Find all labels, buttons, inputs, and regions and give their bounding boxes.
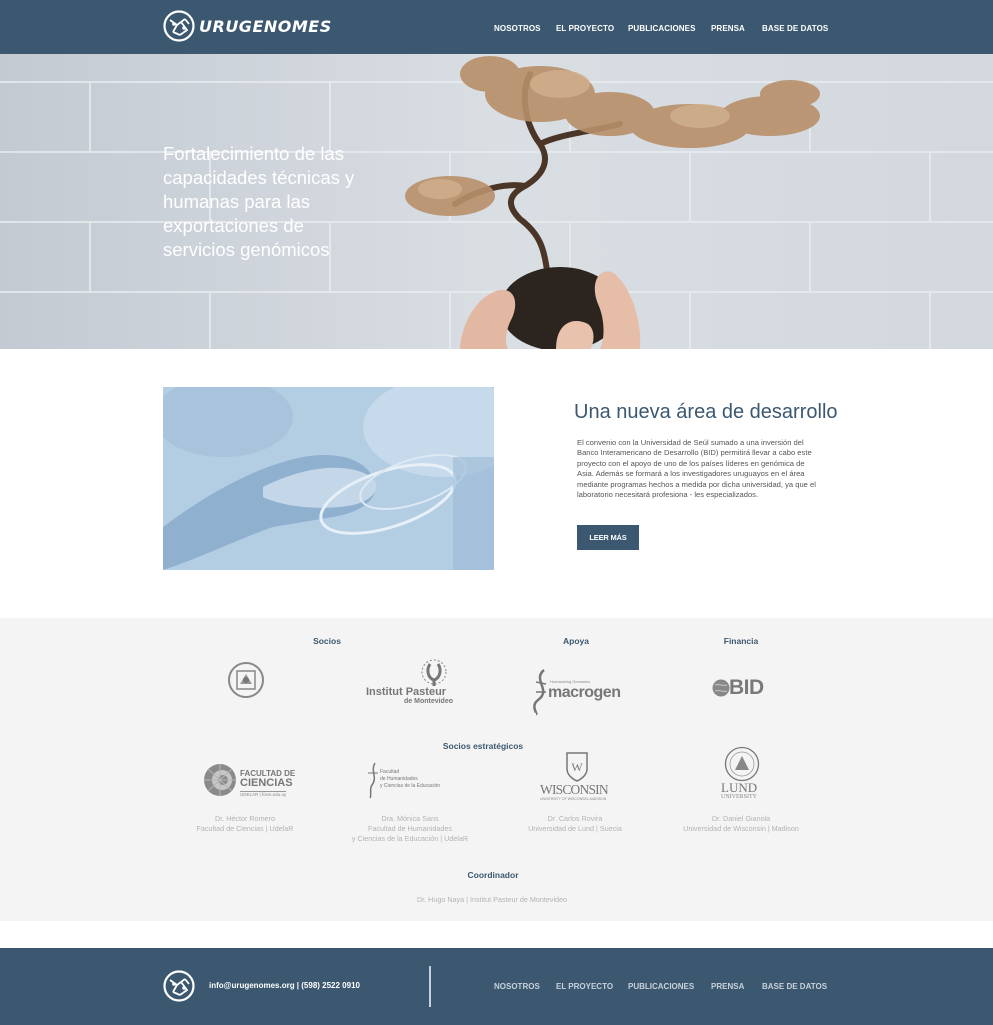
footer-nav-publicaciones[interactable]: PUBLICACIONES bbox=[628, 982, 694, 991]
partners-section: Socios Apoya Financia Institut Pasteur d… bbox=[0, 618, 993, 921]
person-rovira-name: Dr. Carlos Rovira bbox=[547, 814, 603, 823]
humanidades-line1: Facultad bbox=[380, 769, 400, 775]
ciencias-line3: UDELAR | fcien.edu.uy bbox=[240, 791, 287, 797]
footer-globe-logo-icon[interactable] bbox=[163, 970, 195, 1002]
university-seal-icon bbox=[228, 662, 264, 698]
feature-title: Una nueva área de desarrollo bbox=[574, 401, 838, 423]
institut-pasteur-logo[interactable]: Institut Pasteur de Montevideo bbox=[366, 656, 458, 706]
brand-logo[interactable]: URUGENOMES bbox=[163, 10, 332, 42]
read-more-button[interactable]: LEER MÁS bbox=[577, 525, 639, 550]
person-sans-affiliation-2: y Ciencias de la Educación | UdelaR bbox=[351, 834, 469, 843]
humanidades-line2: de Humanidades bbox=[380, 776, 418, 782]
bid-name: BID bbox=[729, 676, 764, 699]
facultad-humanidades-logo[interactable]: Facultad de Humanidades y Ciencias de la… bbox=[366, 761, 458, 801]
footer-contact[interactable]: info@urugenomes.org | (598) 2522 0910 bbox=[209, 981, 360, 990]
socios-estrategicos-heading: Socios estratégicos bbox=[442, 741, 524, 751]
wisconsin-crest-icon: W bbox=[566, 752, 588, 782]
socios-heading: Socios bbox=[313, 636, 341, 646]
nautilus-icon bbox=[204, 764, 236, 796]
globe-logo-icon bbox=[163, 10, 195, 42]
facultad-ciencias-logo[interactable]: FACULTAD DE CIENCIAS UDELAR | fcien.edu.… bbox=[202, 761, 295, 801]
nav-base-de-datos[interactable]: BASE DE DATOS bbox=[762, 24, 828, 33]
person-sans-affiliation: Facultad de Humanidades bbox=[368, 824, 452, 833]
wisconsin-name: WISCONSIN bbox=[540, 782, 609, 797]
financia-heading: Financia bbox=[723, 636, 759, 646]
footer-divider bbox=[429, 966, 431, 1007]
humanidades-line3: y Ciencias de la Educación bbox=[380, 783, 441, 789]
pasteur-subname: de Montevideo bbox=[404, 698, 454, 705]
person-romero-name: Dr. Héctor Romero bbox=[215, 814, 275, 823]
macrogen-logo[interactable]: Humanizing Genomics macrogen bbox=[532, 668, 624, 718]
person-gianola-affiliation: Universidad de Wisconsin | Madison bbox=[683, 824, 799, 833]
apoya-heading: Apoya bbox=[563, 636, 589, 646]
hero-banner: Fortalecimiento de las capacidades técni… bbox=[0, 54, 993, 349]
nav-publicaciones[interactable]: PUBLICACIONES bbox=[628, 24, 696, 33]
lund-seal-icon bbox=[724, 746, 760, 782]
nav-el-proyecto[interactable]: EL PROYECTO bbox=[556, 24, 614, 33]
pasteur-name: Institut Pasteur bbox=[366, 686, 447, 698]
person-gianola-name: Dr. Daniel Gianola bbox=[711, 814, 771, 823]
brand-name: URUGENOMES bbox=[199, 16, 332, 36]
svg-text:W: W bbox=[571, 760, 583, 774]
lund-subname: UNIVERSITY bbox=[721, 794, 757, 800]
footer-nav-prensa[interactable]: PRENSA bbox=[711, 982, 744, 991]
feature-body-text: El convenio con la Universidad de Seúl s… bbox=[577, 438, 816, 500]
humanidades-figure-icon bbox=[368, 762, 378, 799]
hero-title: Fortalecimiento de las capacidades técni… bbox=[163, 143, 355, 260]
ciencias-line2: CIENCIAS bbox=[240, 777, 293, 789]
nav-prensa[interactable]: PRENSA bbox=[711, 24, 745, 33]
coordinador-name: Dr. Hugo Naya | Institut Pasteur de Mont… bbox=[416, 895, 568, 904]
feature-image-lab-glove bbox=[163, 387, 494, 570]
wisconsin-logo[interactable]: W WISCONSIN UNIVERSITY OF WISCONSIN–MADI… bbox=[538, 751, 616, 803]
nav-nosotros[interactable]: NOSOTROS bbox=[494, 24, 541, 33]
person-sans-name: Dra. Mónica Sans bbox=[381, 814, 439, 823]
person-romero-affiliation: Facultad de Ciencias | UdelaR bbox=[196, 824, 294, 833]
feature-photo bbox=[163, 387, 494, 570]
macrogen-name: macrogen bbox=[548, 684, 621, 701]
coordinador-heading: Coordinador bbox=[467, 870, 519, 880]
wisconsin-subname: UNIVERSITY OF WISCONSIN–MADISON bbox=[540, 797, 607, 801]
site-header: URUGENOMES NOSOTROS EL PROYECTO PUBLICAC… bbox=[0, 0, 993, 54]
person-rovira-affiliation: Universidad de Lund | Suecia bbox=[528, 824, 622, 833]
seoul-university-logo[interactable] bbox=[226, 660, 266, 705]
footer-nav-nosotros[interactable]: NOSOTROS bbox=[494, 982, 540, 991]
site-footer: info@urugenomes.org | (598) 2522 0910 NO… bbox=[0, 948, 993, 1025]
footer-nav-el-proyecto[interactable]: EL PROYECTO bbox=[556, 982, 613, 991]
bid-globe-icon bbox=[712, 679, 730, 697]
hero-image bbox=[0, 54, 993, 349]
lund-logo[interactable]: LUND UNIVERSITY bbox=[720, 746, 764, 802]
bid-logo[interactable]: BID bbox=[712, 676, 774, 700]
footer-nav-base-de-datos[interactable]: BASE DE DATOS bbox=[762, 982, 827, 991]
